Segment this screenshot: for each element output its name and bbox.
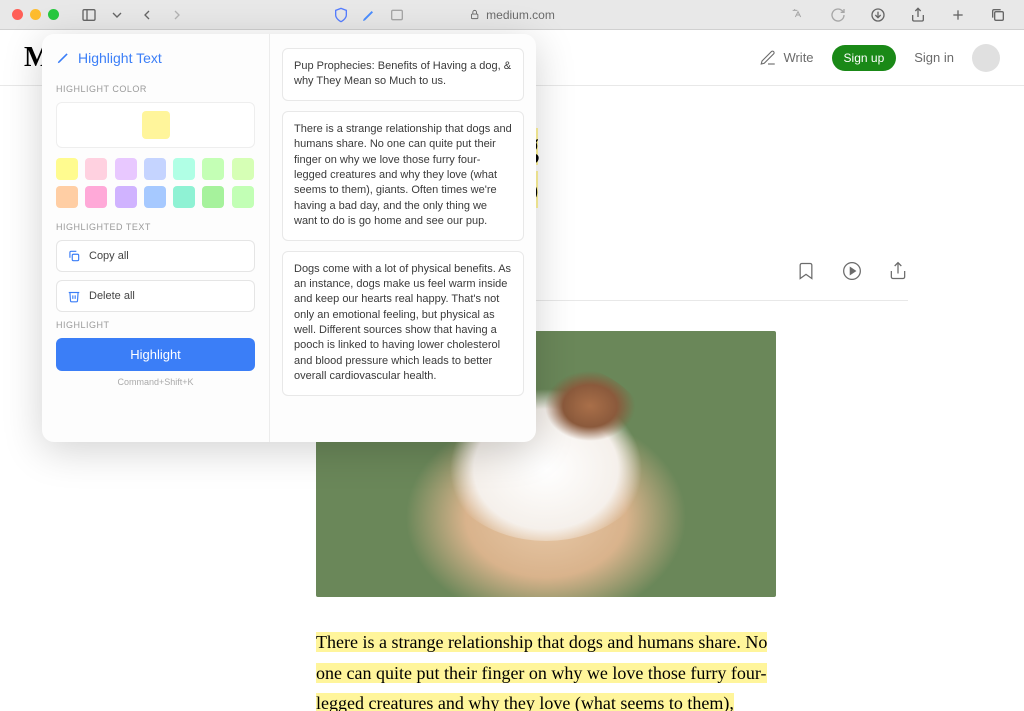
address-bar[interactable]: medium.com: [469, 8, 555, 22]
color-swatch[interactable]: [144, 158, 166, 180]
popover-sidebar: Highlight Text HIGHLIGHT COLOR HIGHLIGHT…: [42, 34, 270, 442]
shortcut-hint: Command+Shift+K: [56, 377, 255, 387]
color-swatch[interactable]: [144, 186, 166, 208]
browser-toolbar: medium.com: [0, 0, 1024, 30]
highlight-section-label: HIGHLIGHT: [56, 320, 255, 330]
new-tab-icon[interactable]: [944, 4, 972, 26]
current-swatch-preview: [56, 102, 255, 148]
translate-icon[interactable]: [784, 4, 812, 26]
color-swatch[interactable]: [173, 158, 195, 180]
highlight-card[interactable]: Dogs come with a lot of physical benefit…: [282, 251, 524, 396]
color-swatch[interactable]: [115, 186, 137, 208]
color-swatch[interactable]: [56, 158, 78, 180]
article-paragraph: There is a strange relationship that dog…: [316, 627, 776, 711]
write-button[interactable]: Write: [759, 49, 813, 67]
highlighted-section-label: HIGHLIGHTED TEXT: [56, 222, 255, 232]
maximize-window[interactable]: [48, 9, 59, 20]
signup-button[interactable]: Sign up: [832, 45, 897, 71]
color-swatch[interactable]: [202, 186, 224, 208]
delete-all-label: Delete all: [89, 290, 135, 302]
sidebar-toggle[interactable]: [75, 4, 103, 26]
bookmark-icon[interactable]: [796, 261, 816, 286]
close-window[interactable]: [12, 9, 23, 20]
highlight-card[interactable]: There is a strange relationship that dog…: [282, 111, 524, 241]
lock-icon: [469, 9, 480, 20]
write-label: Write: [783, 50, 813, 65]
write-icon: [759, 49, 777, 67]
copy-icon: [67, 249, 81, 263]
url-text: medium.com: [486, 8, 555, 22]
highlight-card[interactable]: Pup Prophecies: Benefits of Having a dog…: [282, 48, 524, 101]
copy-all-button[interactable]: Copy all: [56, 240, 255, 272]
traffic-lights: [12, 9, 59, 20]
play-icon[interactable]: [842, 261, 862, 286]
color-section-label: HIGHLIGHT COLOR: [56, 84, 255, 94]
share-article-icon[interactable]: [888, 261, 908, 286]
popover-title: Highlight Text: [56, 50, 255, 66]
share-icon[interactable]: [904, 4, 932, 26]
page-settings-icon[interactable]: [383, 4, 411, 26]
forward-button[interactable]: [163, 4, 191, 26]
chevron-down-icon[interactable]: [103, 4, 131, 26]
trash-icon: [67, 289, 81, 303]
color-swatch[interactable]: [173, 186, 195, 208]
copy-all-label: Copy all: [89, 250, 129, 262]
highlighted-cards-list: Pup Prophecies: Benefits of Having a dog…: [270, 34, 536, 442]
current-swatch: [142, 111, 170, 139]
color-swatch[interactable]: [115, 158, 137, 180]
popover-title-text: Highlight Text: [78, 50, 162, 66]
minimize-window[interactable]: [30, 9, 41, 20]
signin-link[interactable]: Sign in: [914, 50, 954, 65]
highlight-button[interactable]: Highlight: [56, 338, 255, 371]
color-swatch[interactable]: [202, 158, 224, 180]
pen-extension-icon[interactable]: [355, 4, 383, 26]
color-swatch[interactable]: [232, 158, 254, 180]
delete-all-button[interactable]: Delete all: [56, 280, 255, 312]
body-highlight: There is a strange relationship that dog…: [316, 632, 767, 711]
swatch-grid: [56, 158, 255, 208]
color-swatch[interactable]: [85, 186, 107, 208]
highlight-popover: Highlight Text HIGHLIGHT COLOR HIGHLIGHT…: [42, 34, 536, 442]
color-swatch[interactable]: [85, 158, 107, 180]
tabs-overview-icon[interactable]: [984, 4, 1012, 26]
downloads-icon[interactable]: [864, 4, 892, 26]
color-swatch[interactable]: [232, 186, 254, 208]
back-button[interactable]: [133, 4, 161, 26]
color-swatch[interactable]: [56, 186, 78, 208]
shield-icon[interactable]: [327, 4, 355, 26]
reload-icon[interactable]: [824, 4, 852, 26]
quill-icon: [56, 51, 70, 65]
avatar[interactable]: [972, 44, 1000, 72]
